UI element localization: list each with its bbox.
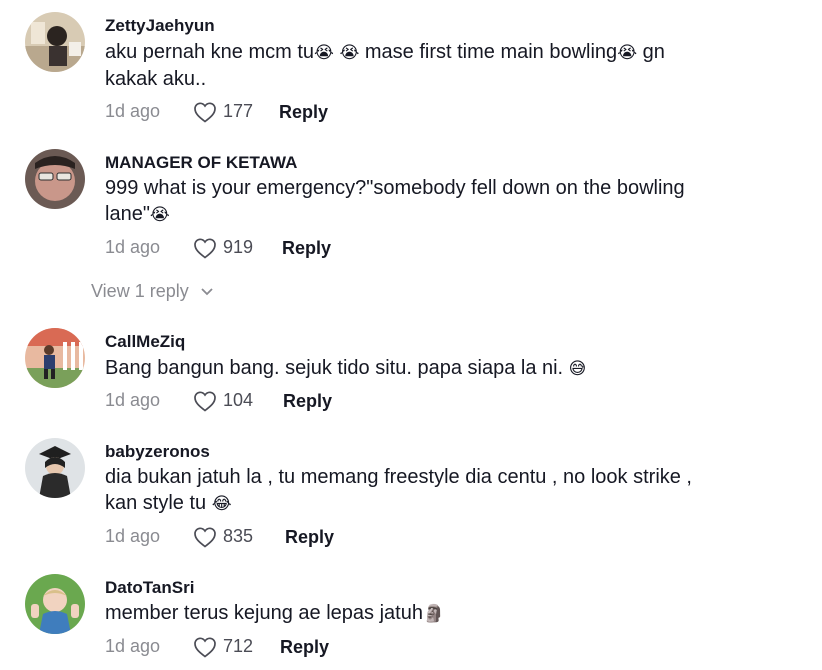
view-replies-button[interactable]: View 1 reply [91,281,214,302]
comment-meta: 1d ago 177 Reply [105,101,405,127]
comment-time: 1d ago [105,390,161,410]
chevron-down-icon [201,288,213,296]
loudly-crying-emoji: 😭 [314,43,334,62]
reply-button[interactable]: Reply [283,391,332,412]
comment-time: 1d ago [105,526,161,546]
comment-username[interactable]: babyzeronos [105,442,210,462]
tears-of-joy-emoji: 😂 [211,494,232,513]
like-count: 104 [223,390,254,410]
view-replies-label: View 1 reply [91,281,189,301]
comment-time: 1d ago [105,636,161,656]
comment-text: Bang bangun bang. sejuk tido situ. papa … [105,357,587,379]
comment-username[interactable]: MANAGER OF KETAWA [105,153,297,173]
heart-outline-icon [194,238,216,259]
comment-meta: 1d ago 919 Reply [105,237,405,263]
like-count: 712 [223,636,254,656]
reply-button[interactable]: Reply [285,527,334,548]
reply-button[interactable]: Reply [282,238,331,259]
reply-button[interactable]: Reply [279,102,328,123]
comment-username[interactable]: DatoTanSri [105,578,194,598]
comment-time: 1d ago [105,101,161,121]
comment-meta: 1d ago 104 Reply [105,390,405,416]
comment-meta: 1d ago 712 Reply [105,636,405,662]
grinning-sweat-emoji: 😅 [568,359,587,378]
comment-text: aku pernah kne mcm tu😭 😭 mase first time… [105,41,665,90]
avatar[interactable] [25,438,85,498]
like-count: 835 [223,526,254,546]
comment-text: member terus kejung ae lepas jatuh🗿 [105,602,445,624]
like-count: 919 [223,237,254,257]
comment-username[interactable]: CallMeZiq [105,332,185,352]
heart-outline-icon [194,391,216,412]
comment-username[interactable]: ZettyJaehyun [105,16,215,36]
heart-outline-icon [194,637,216,658]
comment-text: 999 what is your emergency?"somebody fel… [105,177,685,225]
comment-time: 1d ago [105,237,161,257]
avatar[interactable] [25,12,85,72]
reply-button[interactable]: Reply [280,637,329,658]
avatar[interactable] [25,149,85,209]
loudly-crying-emoji: 😭 [149,205,170,224]
loudly-crying-emoji: 😭 [617,43,638,62]
avatar[interactable] [25,328,85,388]
heart-outline-icon [194,102,216,123]
comment-meta: 1d ago 835 Reply [105,526,405,552]
heart-outline-icon [194,527,216,548]
loudly-crying-emoji: 😭 [339,43,360,62]
avatar[interactable] [25,574,85,634]
like-count: 177 [223,101,254,121]
moai-emoji: 🗿 [422,604,445,623]
comment-text: dia bukan jatuh la , tu memang freestyle… [105,466,692,514]
